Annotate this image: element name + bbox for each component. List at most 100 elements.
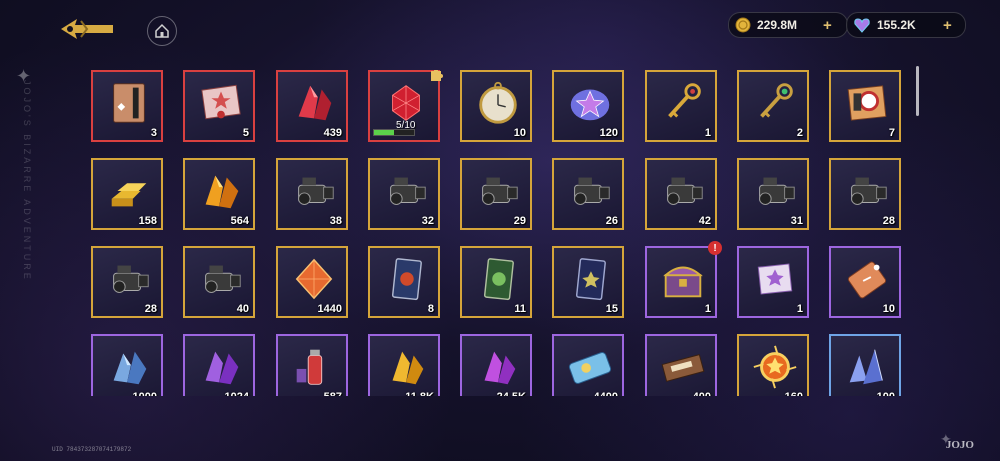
violet-crystal-icon xyxy=(195,342,247,392)
inventory-slot[interactable]: 28 xyxy=(829,158,901,230)
add-gem-button[interactable]: + xyxy=(943,17,952,34)
item-quantity: 1 xyxy=(704,127,711,139)
video-camera-icon xyxy=(103,254,155,304)
inventory-slot[interactable]: 40 xyxy=(183,246,255,318)
inventory-slot[interactable]: 32 xyxy=(368,158,440,230)
inventory-slot[interactable]: 10 xyxy=(829,246,901,318)
yellow-crystal-icon xyxy=(380,342,432,392)
inventory-slot[interactable]: 4400 xyxy=(552,334,624,396)
gold-bars-icon xyxy=(103,166,155,216)
item-quantity: 29 xyxy=(513,215,526,227)
home-button[interactable] xyxy=(147,16,177,46)
coffee-bar-icon xyxy=(657,342,709,392)
inventory-slot[interactable]: 587 xyxy=(276,334,348,396)
gem-amount: 155.2K xyxy=(877,18,916,32)
inventory-scrollbar[interactable] xyxy=(916,66,919,116)
inventory-grid: 3 5 439 5/10 10 120 1 2 7 158 564 38 32 29 26 42 31 28 28 4… xyxy=(91,70,901,396)
inventory-slot[interactable]: 11 xyxy=(460,246,532,318)
inventory-slot[interactable]: 1 xyxy=(645,70,717,142)
emerald-key-icon xyxy=(749,78,801,128)
item-quantity: 31 xyxy=(790,215,803,227)
sparkle-icon: ✦ xyxy=(16,66,32,87)
inventory-slot[interactable]: 5/10 xyxy=(368,70,443,142)
item-quantity: 28 xyxy=(144,303,157,315)
inventory-slot[interactable]: 31 xyxy=(737,158,809,230)
video-camera-icon xyxy=(195,254,247,304)
video-camera-icon xyxy=(380,166,432,216)
inventory-slot[interactable]: 2 xyxy=(737,70,809,142)
add-gold-button[interactable]: + xyxy=(823,17,832,34)
inventory-slot[interactable]: 11.8K xyxy=(368,334,440,396)
side-title-text: JOJO'S BIZARRE ADVENTURE xyxy=(22,80,32,282)
inventory-slot[interactable]: 29 xyxy=(460,158,532,230)
home-icon xyxy=(155,23,169,38)
treasure-chest-icon xyxy=(657,254,709,304)
video-camera-icon xyxy=(749,166,801,216)
inventory-slot[interactable]: 1000 xyxy=(91,334,163,396)
green-card-icon xyxy=(472,254,524,304)
inventory-slot[interactable]: 3 xyxy=(91,70,163,142)
item-quantity: 40 xyxy=(236,303,249,315)
item-quantity: 1 xyxy=(796,303,803,315)
inventory-slot[interactable]: 1440 xyxy=(276,246,348,318)
progress-fill xyxy=(374,130,394,135)
item-quantity: 1440 xyxy=(317,303,342,315)
item-quantity: 38 xyxy=(329,215,342,227)
item-quantity: 158 xyxy=(138,215,157,227)
inventory-slot[interactable]: 10 xyxy=(460,70,532,142)
inventory-slot[interactable]: 7 xyxy=(829,70,901,142)
envelope-star-icon xyxy=(195,78,247,128)
item-quantity: 1 xyxy=(704,303,711,315)
inventory-slot[interactable]: 42 xyxy=(645,158,717,230)
item-quantity: 1024 xyxy=(225,391,249,396)
item-quantity: 26 xyxy=(605,215,618,227)
inventory-slot[interactable]: 38 xyxy=(276,158,348,230)
spray-can-icon xyxy=(288,342,340,392)
inventory-slot[interactable]: 8 xyxy=(368,246,440,318)
item-quantity: 28 xyxy=(882,215,895,227)
inventory-slot[interactable]: 158 xyxy=(91,158,163,230)
item-quantity: 42 xyxy=(698,215,711,227)
video-camera-icon xyxy=(564,166,616,216)
golden-key-icon xyxy=(657,78,709,128)
item-quantity: 15 xyxy=(605,303,618,315)
pocket-watch-icon xyxy=(472,78,524,128)
inventory-slot[interactable]: 28 xyxy=(91,246,163,318)
inventory-slot[interactable]: 1024 xyxy=(183,334,255,396)
inventory-slot[interactable]: 160 xyxy=(737,334,809,396)
amber-gem-icon xyxy=(288,254,340,304)
item-quantity: 8 xyxy=(427,303,434,315)
gem-currency: 155.2K + xyxy=(846,12,966,38)
item-quantity: 11 xyxy=(514,303,526,315)
inventory-slot[interactable]: 100 xyxy=(829,334,901,396)
inventory-slot[interactable]: 400 xyxy=(645,334,717,396)
video-camera-icon xyxy=(841,166,893,216)
inventory-slot[interactable]: 15 xyxy=(552,246,624,318)
inventory-slot[interactable]: 120 xyxy=(552,70,624,142)
back-arrow-icon xyxy=(61,19,113,39)
inventory-slot[interactable]: 5 xyxy=(183,70,255,142)
tag-ticket-icon xyxy=(841,254,893,304)
inventory-slot[interactable]: 564 xyxy=(183,158,255,230)
item-quantity: 100 xyxy=(877,391,895,396)
inventory-slot[interactable]: 439 xyxy=(276,70,348,142)
video-camera-icon xyxy=(472,166,524,216)
blue-shards-icon xyxy=(841,342,893,392)
orange-crystal-icon xyxy=(195,166,247,216)
item-quantity: 10 xyxy=(513,127,526,139)
gold-currency: 229.8M + xyxy=(728,12,848,38)
item-quantity: 7 xyxy=(888,127,895,139)
inventory-slot[interactable]: 1 xyxy=(737,246,809,318)
inventory-slot[interactable]: 1! xyxy=(645,241,722,318)
inventory-slot[interactable]: 26 xyxy=(552,158,624,230)
item-quantity: 439 xyxy=(323,127,342,139)
item-quantity: 3 xyxy=(150,127,157,139)
gold-amount: 229.8M xyxy=(757,18,798,32)
item-quantity: 587 xyxy=(324,391,342,396)
ticket-box-icon xyxy=(841,78,893,128)
item-quantity: 564 xyxy=(230,215,249,227)
ticket-icon xyxy=(564,342,616,392)
gold-coin-icon xyxy=(735,17,751,33)
back-button[interactable] xyxy=(56,14,118,44)
inventory-slot[interactable]: 24.5K xyxy=(460,334,532,396)
